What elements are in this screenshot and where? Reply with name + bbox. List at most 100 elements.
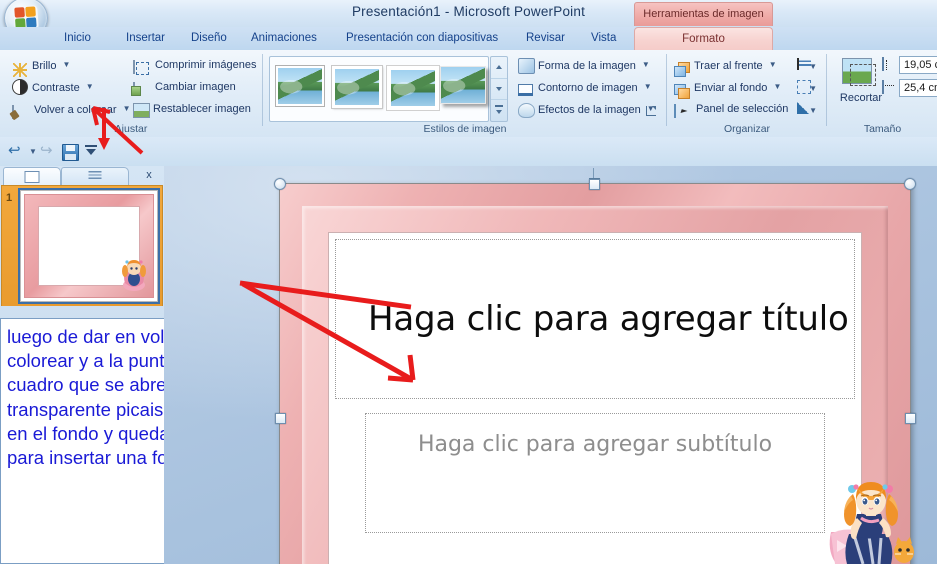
command-traer-al-frente[interactable]: Traer al frente ▼ [674, 55, 777, 75]
recolor-icon [12, 105, 14, 119]
command-comprimir-imagenes-label: Comprimir imágenes [155, 59, 257, 71]
picture-frame-image[interactable]: Haga clic para agregar título Haga clic … [279, 183, 911, 564]
customize-qat-button[interactable] [84, 142, 100, 161]
slide-number: 1 [6, 192, 13, 204]
slides-tab-icon [24, 171, 40, 183]
tab-formato[interactable]: Formato [634, 27, 773, 51]
command-volver-a-colorear[interactable]: Volver a colorear ▼ [12, 99, 131, 119]
undo-button[interactable]: ↩ [8, 142, 26, 161]
picture-effects-icon [518, 103, 535, 118]
contrast-icon [12, 79, 28, 95]
crop-button[interactable] [840, 56, 882, 92]
tab-vista[interactable]: Vista [583, 28, 624, 49]
slide-canvas[interactable]: Haga clic para agregar título Haga clic … [164, 166, 937, 564]
resize-handle-middle-left[interactable] [275, 413, 286, 424]
picture-style-1[interactable] [276, 66, 324, 106]
undo-dropdown-icon[interactable]: ▼ [29, 147, 37, 156]
tab-animaciones[interactable]: Animaciones [243, 28, 325, 49]
command-forma-de-la-imagen-label: Forma de la imagen [538, 60, 636, 72]
picture-style-4[interactable] [440, 66, 486, 104]
chevron-down-icon: ▼ [122, 104, 131, 113]
tab-revisar[interactable]: Revisar [518, 28, 573, 49]
subtitle-placeholder[interactable]: Haga clic para agregar subtítulo [365, 413, 825, 533]
outline-tab-icon [88, 171, 102, 181]
command-traer-al-frente-label: Traer al frente [694, 60, 763, 72]
shape-height-icon [882, 57, 884, 71]
picture-styles-gallery[interactable] [269, 56, 489, 122]
picture-style-3[interactable] [387, 66, 439, 110]
resize-handle-middle-right[interactable] [905, 413, 916, 424]
shape-width-row[interactable]: 25,4 cm [882, 79, 937, 98]
command-comprimir-imagenes[interactable]: Comprimir imágenes [133, 55, 256, 75]
command-contorno-de-imagen[interactable]: Contorno de imagen ▼ [518, 77, 652, 97]
shape-height-row[interactable]: 19,05 c [882, 56, 937, 75]
ribbon-group-tamano: Recortar 19,05 c 25,4 cm Tamaño [828, 50, 937, 137]
command-efectos-de-la-imagen[interactable]: Efectos de la imagen ▼ [518, 99, 655, 119]
title-bar: Presentación1 - Microsoft PowerPoint [0, 0, 937, 27]
anime-girl-clipart[interactable] [825, 478, 921, 564]
chevron-down-icon: ▼ [643, 82, 652, 91]
ribbon-tab-strip: Inicio Insertar Diseño Animaciones Prese… [0, 27, 937, 51]
picture-styles-dialog-launcher[interactable] [644, 104, 658, 118]
gallery-scroll-buttons[interactable] [490, 56, 508, 122]
reset-picture-icon [133, 103, 150, 118]
panel-tab-strip: x [0, 166, 164, 186]
tab-diseno[interactable]: Diseño [183, 28, 235, 49]
chevron-down-icon [86, 149, 96, 155]
resize-handle-top-center[interactable] [589, 179, 600, 190]
command-efectos-de-la-imagen-label: Efectos de la imagen [538, 104, 641, 116]
command-cambiar-imagen[interactable]: Cambiar imagen [133, 77, 236, 97]
tab-slides[interactable] [3, 167, 61, 186]
subtitle-placeholder-text: Haga clic para agregar subtítulo [417, 432, 773, 457]
redo-icon: ↪ [40, 142, 53, 159]
compress-pictures-icon [133, 60, 135, 74]
chevron-down-icon: ▼ [641, 60, 650, 69]
group-label-tamano: Tamaño [863, 123, 902, 135]
chevron-up-icon [496, 65, 502, 69]
gallery-scroll-down-button[interactable] [491, 78, 507, 100]
shape-width-input[interactable]: 25,4 cm [899, 79, 937, 97]
chevron-down-icon: ▼ [809, 106, 817, 115]
align-objects-button[interactable]: ▼ [796, 55, 818, 74]
slide-thumbnail-1[interactable] [20, 190, 158, 302]
command-contorno-de-imagen-label: Contorno de imagen [538, 82, 638, 94]
list-item[interactable]: 1 [2, 186, 162, 306]
chevron-down-icon [496, 110, 502, 114]
ribbon-group-ajustar: Brillo ▼ Contraste ▼ Volver a colorear ▼… [0, 50, 262, 137]
crop-marks-icon [850, 64, 878, 88]
contextual-tools-banner: Herramientas de imagen [634, 2, 773, 26]
command-brillo[interactable]: Brillo ▼ [12, 55, 70, 75]
resize-handle-top-right[interactable] [904, 178, 916, 190]
chevron-down-icon: ▼ [773, 82, 782, 91]
group-label-estilos-de-imagen: Estilos de imagen [423, 123, 507, 135]
rotate-objects-button[interactable]: ▼ [796, 99, 818, 118]
chevron-down-icon: ▼ [768, 60, 777, 69]
command-volver-a-colorear-label: Volver a colorear [34, 104, 117, 116]
close-panel-button[interactable]: x [142, 168, 156, 182]
command-panel-de-seleccion[interactable]: Panel de selección [674, 99, 788, 119]
title-placeholder[interactable]: Haga clic para agregar título [335, 239, 855, 399]
redo-button[interactable]: ↪ [40, 142, 58, 161]
command-cambiar-imagen-label: Cambiar imagen [155, 81, 236, 93]
tab-inicio[interactable]: Inicio [56, 28, 99, 49]
shape-height-input[interactable]: 19,05 c [899, 56, 937, 74]
command-enviar-al-fondo[interactable]: Enviar al fondo ▼ [674, 77, 781, 97]
command-forma-de-la-imagen[interactable]: Forma de la imagen ▼ [518, 55, 650, 75]
gallery-more-button[interactable] [491, 99, 507, 121]
command-restablecer-imagen[interactable]: Restablecer imagen [133, 99, 251, 119]
save-button[interactable] [62, 142, 80, 161]
chevron-down-icon: ▼ [809, 84, 817, 93]
tab-insertar[interactable]: Insertar [118, 28, 173, 49]
resize-handle-top-left[interactable] [274, 178, 286, 190]
group-objects-button[interactable]: ▼ [796, 77, 818, 96]
tab-outline[interactable] [61, 167, 129, 186]
thumbnail-frame-image [24, 194, 154, 298]
tab-presentacion[interactable]: Presentación con diapositivas [338, 28, 506, 49]
command-contraste[interactable]: Contraste ▼ [12, 77, 94, 97]
picture-style-2[interactable] [332, 66, 382, 108]
quick-access-toolbar: ↩ ▼ ↪ [0, 137, 937, 167]
thumbnail-anime-girl-clipart [122, 260, 146, 291]
command-brillo-label: Brillo [32, 60, 57, 72]
gallery-scroll-up-button[interactable] [491, 57, 507, 78]
save-icon [62, 144, 79, 161]
